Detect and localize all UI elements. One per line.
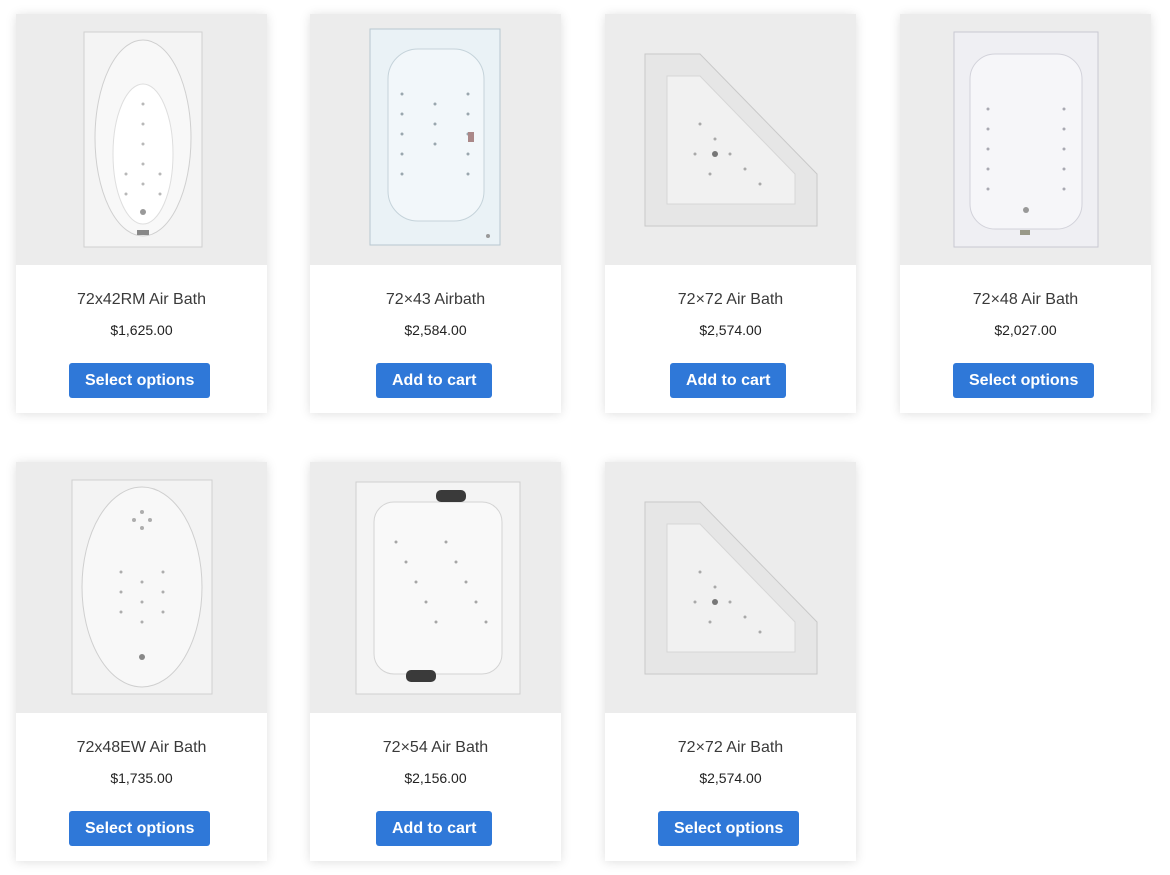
product-price: $1,735.00	[110, 770, 173, 786]
corner-tub-icon	[644, 501, 818, 675]
product-price: $2,574.00	[699, 322, 762, 338]
select-options-button[interactable]: Select options	[69, 811, 211, 846]
product-price: $2,584.00	[404, 322, 467, 338]
product-card: 72x48EW Air Bath $1,735.00 Select option…	[16, 462, 267, 861]
product-title[interactable]: 72x48EW Air Bath	[16, 739, 267, 757]
product-title[interactable]: 72×48 Air Bath	[900, 291, 1151, 309]
select-options-button[interactable]: Select options	[953, 363, 1095, 398]
corner-tub-icon	[644, 53, 818, 227]
product-image[interactable]	[16, 462, 267, 713]
product-image[interactable]	[16, 14, 267, 265]
product-image[interactable]	[605, 14, 856, 265]
add-to-cart-button[interactable]: Add to cart	[376, 811, 493, 846]
add-to-cart-button[interactable]: Add to cart	[376, 363, 493, 398]
product-title[interactable]: 72×54 Air Bath	[310, 739, 561, 757]
product-card: 72×54 Air Bath $2,156.00 Add to cart	[310, 462, 561, 861]
oval-tub-icon	[83, 31, 203, 248]
rect-tub-icon	[953, 31, 1099, 248]
product-price: $1,625.00	[110, 322, 173, 338]
product-title[interactable]: 72×72 Air Bath	[605, 739, 856, 757]
product-price: $2,027.00	[994, 322, 1057, 338]
product-card: 72×43 Airbath $2,584.00 Add to cart	[310, 14, 561, 413]
add-to-cart-button[interactable]: Add to cart	[670, 363, 787, 398]
product-title[interactable]: 72×43 Airbath	[310, 291, 561, 309]
product-title[interactable]: 72x42RM Air Bath	[16, 291, 267, 309]
product-image[interactable]	[605, 462, 856, 713]
product-image[interactable]	[900, 14, 1151, 265]
product-price: $2,574.00	[699, 770, 762, 786]
product-title[interactable]: 72×72 Air Bath	[605, 291, 856, 309]
product-card: 72×48 Air Bath $2,027.00 Select options	[900, 14, 1151, 413]
double-tub-icon	[355, 481, 521, 695]
product-image[interactable]	[310, 14, 561, 265]
select-options-button[interactable]: Select options	[658, 811, 800, 846]
rect-tub-icon	[369, 28, 501, 246]
product-price: $2,156.00	[404, 770, 467, 786]
product-card: 72x42RM Air Bath $1,625.00 Select option…	[16, 14, 267, 413]
product-card: 72×72 Air Bath $2,574.00 Select options	[605, 462, 856, 861]
oval-tub-icon	[71, 479, 213, 695]
select-options-button[interactable]: Select options	[69, 363, 211, 398]
product-card: 72×72 Air Bath $2,574.00 Add to cart	[605, 14, 856, 413]
product-image[interactable]	[310, 462, 561, 713]
